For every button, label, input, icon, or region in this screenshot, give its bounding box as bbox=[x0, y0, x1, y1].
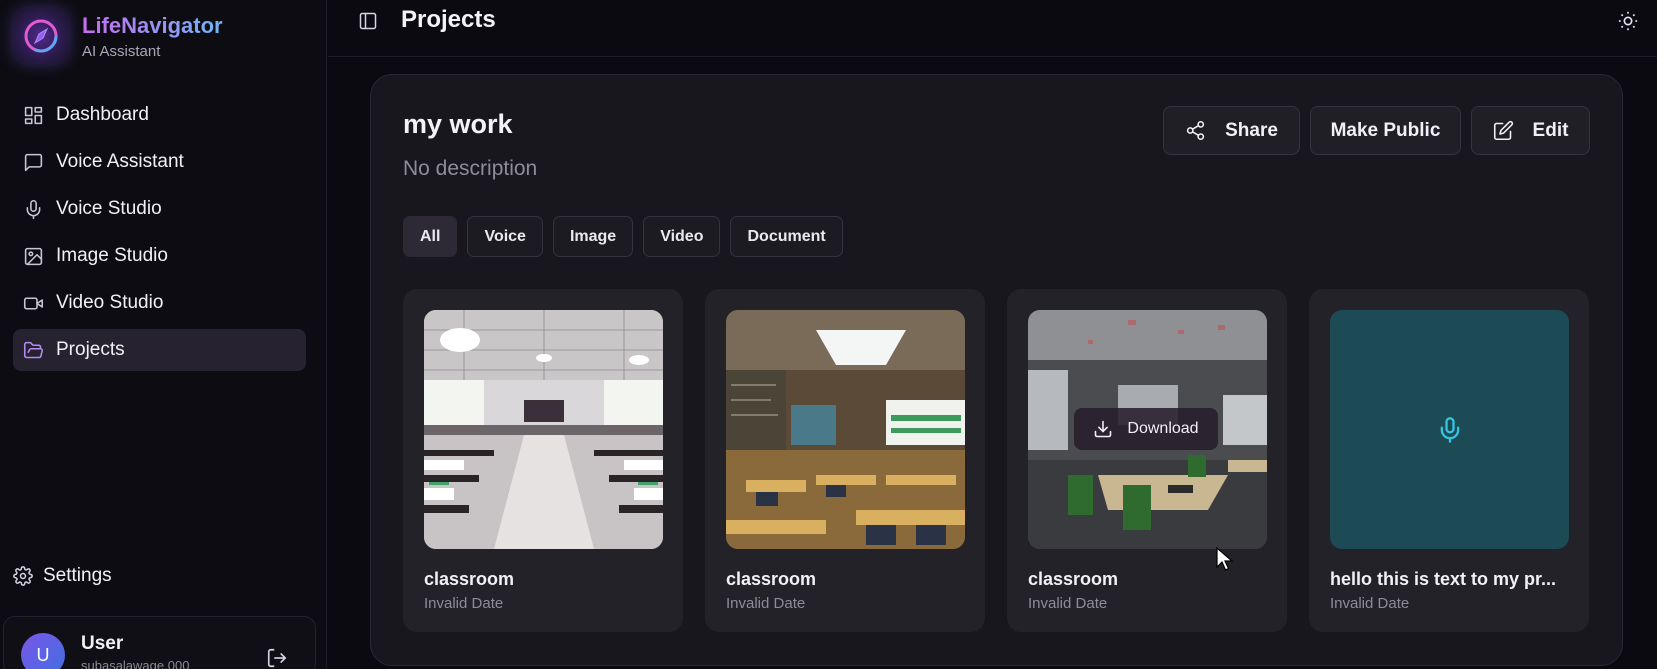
share-icon bbox=[1186, 120, 1205, 141]
sidebar-item-image-studio[interactable]: Image Studio bbox=[13, 235, 306, 277]
user-name: User bbox=[81, 633, 124, 654]
gear-icon bbox=[13, 566, 33, 586]
panel-left-icon bbox=[359, 12, 377, 30]
project-item-title: hello this is text to my pr... bbox=[1330, 569, 1557, 589]
edit-label: Edit bbox=[1532, 119, 1569, 141]
project-actions: Share Make Public Edit bbox=[1163, 106, 1590, 155]
message-square-icon bbox=[24, 153, 43, 171]
download-button[interactable]: Download bbox=[1074, 408, 1218, 450]
mic-icon bbox=[26, 199, 41, 219]
image-icon bbox=[24, 247, 43, 265]
settings-link[interactable]: Settings bbox=[13, 560, 112, 592]
sidebar-item-label: Projects bbox=[56, 339, 125, 360]
share-label: Share bbox=[1225, 119, 1278, 141]
filter-tabs: All Voice Image Video Document bbox=[403, 216, 853, 257]
edit-icon bbox=[1493, 120, 1513, 141]
mic-icon bbox=[1440, 416, 1459, 443]
project-item-date: Invalid Date bbox=[1330, 595, 1410, 612]
brand-name: LifeNavigator bbox=[82, 12, 223, 38]
sidebar-item-label: Image Studio bbox=[56, 245, 168, 266]
top-bar: Projects bbox=[328, 0, 1657, 57]
project-item-date: Invalid Date bbox=[726, 595, 806, 612]
classroom-image-thumbnail[interactable] bbox=[726, 310, 965, 549]
share-button[interactable]: Share bbox=[1163, 106, 1300, 155]
user-card[interactable]: U User subasalawage.000 bbox=[3, 616, 316, 669]
avatar: U bbox=[21, 633, 65, 669]
project-description: No description bbox=[403, 157, 538, 180]
brand[interactable]: LifeNavigator AI Assistant bbox=[14, 6, 223, 66]
edit-button[interactable]: Edit bbox=[1471, 106, 1590, 155]
sun-icon bbox=[1618, 11, 1638, 31]
filter-document[interactable]: Document bbox=[730, 216, 843, 257]
project-item-title: classroom bbox=[424, 569, 515, 589]
filter-voice[interactable]: Voice bbox=[467, 216, 543, 257]
project-item-card[interactable]: Download classroom Invalid Date bbox=[1007, 289, 1287, 632]
sidebar-item-voice-studio[interactable]: Voice Studio bbox=[13, 188, 306, 230]
sidebar-nav: Dashboard Voice Assistant Voice Studio I… bbox=[13, 94, 306, 376]
settings-label: Settings bbox=[43, 565, 112, 586]
sidebar-item-dashboard[interactable]: Dashboard bbox=[13, 94, 306, 136]
project-item-card[interactable]: hello this is text to my pr... Invalid D… bbox=[1309, 289, 1589, 632]
project-item-title: classroom bbox=[726, 569, 817, 589]
mouse-cursor-icon bbox=[1216, 546, 1234, 578]
sidebar: LifeNavigator AI Assistant Dashboard Voi… bbox=[0, 0, 327, 669]
sidebar-item-label: Voice Assistant bbox=[56, 151, 184, 172]
voice-item-thumbnail[interactable] bbox=[1330, 310, 1569, 549]
classroom-image-thumbnail[interactable]: Download bbox=[1028, 310, 1267, 549]
sidebar-item-label: Video Studio bbox=[56, 292, 164, 313]
compass-logo-icon bbox=[14, 9, 68, 63]
sidebar-item-label: Dashboard bbox=[56, 104, 149, 125]
project-item-date: Invalid Date bbox=[424, 595, 504, 612]
make-public-button[interactable]: Make Public bbox=[1310, 106, 1461, 155]
sidebar-item-label: Voice Studio bbox=[56, 198, 162, 219]
log-out-icon bbox=[267, 648, 287, 668]
project-item-card[interactable]: classroom Invalid Date bbox=[705, 289, 985, 632]
project-item-card[interactable]: classroom Invalid Date bbox=[403, 289, 683, 632]
download-icon bbox=[1095, 420, 1112, 438]
theme-toggle-button[interactable] bbox=[1617, 10, 1639, 37]
dashboard-icon bbox=[24, 106, 43, 124]
filter-all[interactable]: All bbox=[403, 216, 458, 257]
sidebar-item-projects[interactable]: Projects bbox=[13, 329, 306, 371]
filter-video[interactable]: Video bbox=[643, 216, 721, 257]
user-email: subasalawage.000 bbox=[81, 658, 190, 669]
classroom-image-thumbnail[interactable] bbox=[424, 310, 663, 549]
video-icon bbox=[23, 296, 44, 310]
page-title: Projects bbox=[401, 6, 496, 33]
project-panel: my work No description Share Make Public… bbox=[370, 74, 1623, 666]
logout-button[interactable] bbox=[266, 647, 288, 669]
brand-subtitle: AI Assistant bbox=[82, 42, 161, 60]
project-item-date: Invalid Date bbox=[1028, 595, 1108, 612]
download-label: Download bbox=[1127, 420, 1199, 437]
filter-image[interactable]: Image bbox=[552, 216, 634, 257]
project-items-grid: classroom Invalid Date classroom Invalid… bbox=[403, 289, 1589, 632]
sidebar-toggle-button[interactable] bbox=[358, 11, 378, 36]
sidebar-item-voice-assistant[interactable]: Voice Assistant bbox=[13, 141, 306, 183]
project-title: my work bbox=[403, 109, 513, 139]
folder-open-icon bbox=[23, 341, 43, 358]
sidebar-item-video-studio[interactable]: Video Studio bbox=[13, 282, 306, 324]
make-public-label: Make Public bbox=[1330, 119, 1441, 141]
